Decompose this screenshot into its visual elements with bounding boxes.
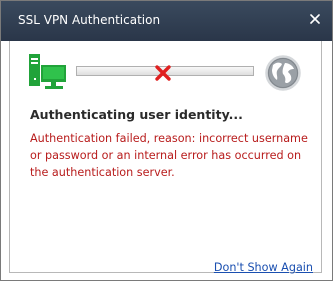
computer-icon xyxy=(29,54,66,89)
dialog-title: SSL VPN Authentication xyxy=(18,13,161,27)
error-message: Authentication failed, reason: incorrect… xyxy=(30,132,308,179)
status-heading: Authenticating user identity... xyxy=(30,107,243,122)
close-icon xyxy=(310,14,320,24)
dont-show-again-link[interactable]: Don't Show Again xyxy=(214,261,313,274)
close-button[interactable] xyxy=(305,9,325,29)
globe-icon xyxy=(265,55,301,91)
red-x-icon xyxy=(155,65,171,81)
auth-dialog: SSL VPN Authentication Authenticating us… xyxy=(0,0,333,281)
title-bar[interactable]: SSL VPN Authentication xyxy=(1,1,332,41)
dialog-content: Authenticating user identity... Authenti… xyxy=(9,41,322,274)
